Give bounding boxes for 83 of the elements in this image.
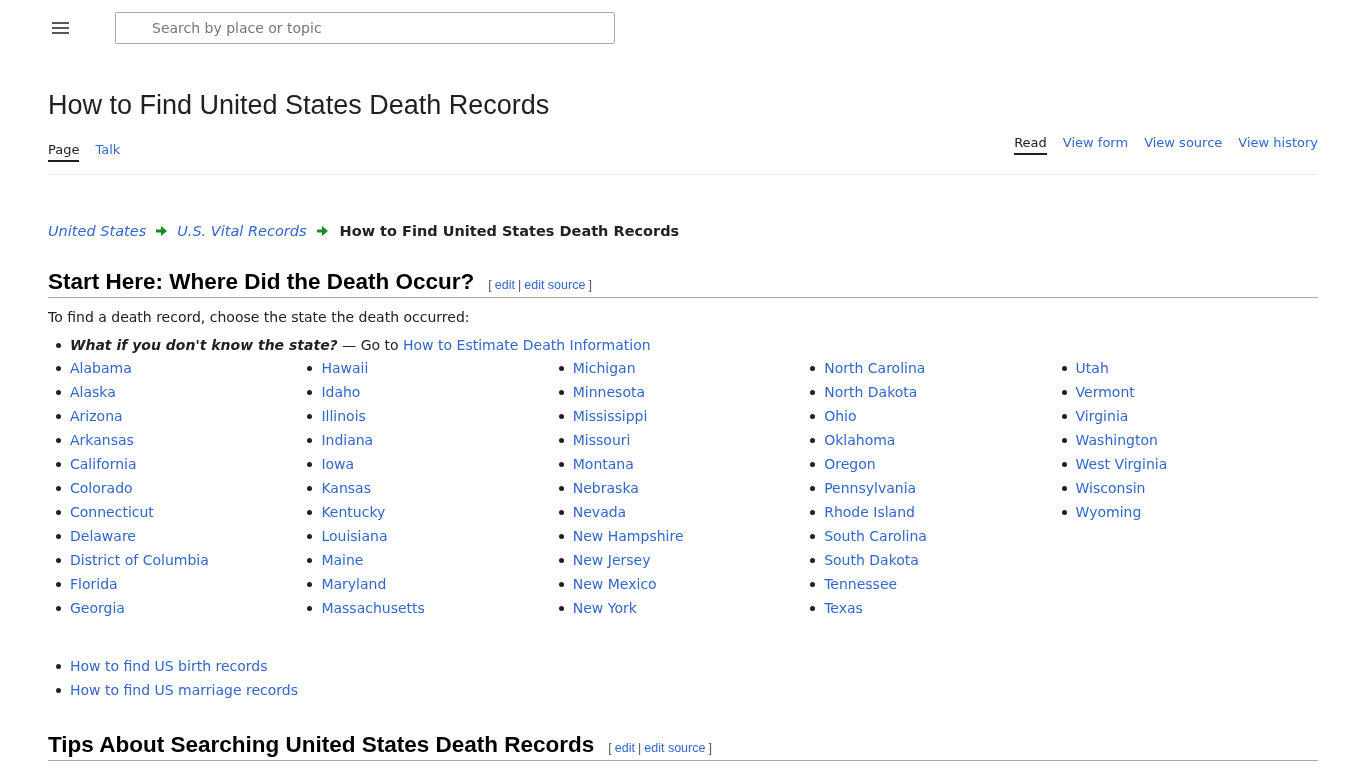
state-link[interactable]: Arkansas <box>70 432 134 448</box>
state-link[interactable]: Idaho <box>321 384 361 400</box>
related-link[interactable]: How to find US marriage records <box>70 682 299 698</box>
edit-link[interactable]: edit <box>614 741 635 755</box>
bracket-text: ] <box>708 741 712 755</box>
state-link[interactable]: South Carolina <box>824 528 927 544</box>
tab[interactable]: View source <box>1144 134 1223 155</box>
state-link[interactable]: Massachusetts <box>321 600 425 616</box>
state-link[interactable]: Georgia <box>70 600 125 616</box>
state-link[interactable]: Wisconsin <box>1075 480 1146 496</box>
menu-icon[interactable] <box>52 21 69 35</box>
state-link[interactable]: Ohio <box>824 408 857 424</box>
tab[interactable]: Talk <box>95 141 121 162</box>
separator-text: | <box>638 741 642 755</box>
state-link[interactable]: Arizona <box>70 408 123 424</box>
state-link[interactable]: Indiana <box>321 432 374 448</box>
state-link[interactable]: Colorado <box>70 480 133 496</box>
tab[interactable]: Page <box>48 141 80 162</box>
state-link[interactable]: Wyoming <box>1075 504 1142 520</box>
state-link[interactable]: Tennessee <box>824 576 898 592</box>
state-link[interactable]: Kansas <box>321 480 371 496</box>
section-heading: Start Here: Where Did the Death Occur? <box>48 269 475 295</box>
edit-source-link[interactable]: edit source <box>644 741 706 755</box>
state-link[interactable]: Florida <box>70 576 118 592</box>
state-link[interactable]: New Jersey <box>572 552 651 568</box>
state-link[interactable]: North Carolina <box>824 360 926 376</box>
related-link[interactable]: How to find US birth records <box>70 658 268 674</box>
state-link[interactable]: Louisiana <box>321 528 388 544</box>
state-link[interactable]: New Mexico <box>572 576 657 592</box>
state-link[interactable]: South Dakota <box>824 552 919 568</box>
state-link[interactable]: District of Columbia <box>70 552 209 568</box>
state-link[interactable]: Virginia <box>1075 408 1129 424</box>
tab[interactable]: View history <box>1238 134 1318 155</box>
arrow-icon <box>156 226 168 236</box>
state-link[interactable]: Washington <box>1075 432 1158 448</box>
state-link[interactable]: Texas <box>824 600 863 616</box>
state-link[interactable]: West Virginia <box>1075 456 1168 472</box>
breadcrumb-current: How to Find United States Death Records <box>339 223 680 239</box>
state-link[interactable]: Hawaii <box>321 360 369 376</box>
state-link[interactable]: Illinois <box>321 408 366 424</box>
state-link[interactable]: Minnesota <box>572 384 646 400</box>
state-link[interactable]: Montana <box>572 456 634 472</box>
tab[interactable]: View form <box>1062 134 1129 155</box>
state-link[interactable]: Missouri <box>572 432 631 448</box>
state-link[interactable]: Alabama <box>70 360 132 376</box>
state-link[interactable]: Maine <box>321 552 364 568</box>
state-link[interactable]: Connecticut <box>70 504 154 520</box>
bracket-text: [ <box>488 278 492 292</box>
state-link[interactable]: New York <box>572 600 637 616</box>
bracket-text: [ <box>608 741 612 755</box>
state-link[interactable]: Nebraska <box>572 480 639 496</box>
bracket-text: ] <box>588 278 592 292</box>
state-link[interactable]: Oklahoma <box>824 432 896 448</box>
section-heading: Tips About Searching United States Death Records <box>48 732 595 758</box>
state-link[interactable]: Oregon <box>824 456 876 472</box>
estimate-link[interactable]: How to Estimate Death Information <box>403 337 651 353</box>
search-field[interactable]: Search by place or topic <box>115 12 615 44</box>
breadcrumb-link[interactable]: U.S. Vital Records <box>177 223 307 239</box>
intro-text: To find a death record, choose the state the death occurred: <box>48 308 471 327</box>
state-link[interactable]: Alaska <box>70 384 116 400</box>
page-title: How to Find United States Death Records <box>48 90 550 121</box>
state-link[interactable]: Vermont <box>1075 384 1135 400</box>
state-link[interactable]: Utah <box>1075 360 1109 376</box>
state-link[interactable]: Maryland <box>321 576 387 592</box>
state-link[interactable]: Nevada <box>572 504 627 520</box>
state-link[interactable]: North Dakota <box>824 384 918 400</box>
state-link[interactable]: Delaware <box>70 528 136 544</box>
edit-source-link[interactable]: edit source <box>524 278 586 292</box>
edit-link[interactable]: edit <box>494 278 515 292</box>
state-link[interactable]: Pennsylvania <box>824 480 917 496</box>
breadcrumb-link[interactable]: United States <box>48 223 147 239</box>
state-link[interactable]: Mississippi <box>572 408 648 424</box>
tip-text: — Go to <box>342 337 399 353</box>
state-link[interactable]: New Hampshire <box>572 528 684 544</box>
tab[interactable]: Read <box>1014 134 1047 155</box>
state-link[interactable]: Iowa <box>321 456 355 472</box>
question-text: What if you don't know the state? <box>70 337 338 353</box>
state-link[interactable]: California <box>70 456 137 472</box>
state-link[interactable]: Kentucky <box>321 504 386 520</box>
state-link[interactable]: Michigan <box>572 360 636 376</box>
separator-text: | <box>518 278 522 292</box>
arrow-icon <box>316 226 328 236</box>
state-link[interactable]: Rhode Island <box>824 504 915 520</box>
